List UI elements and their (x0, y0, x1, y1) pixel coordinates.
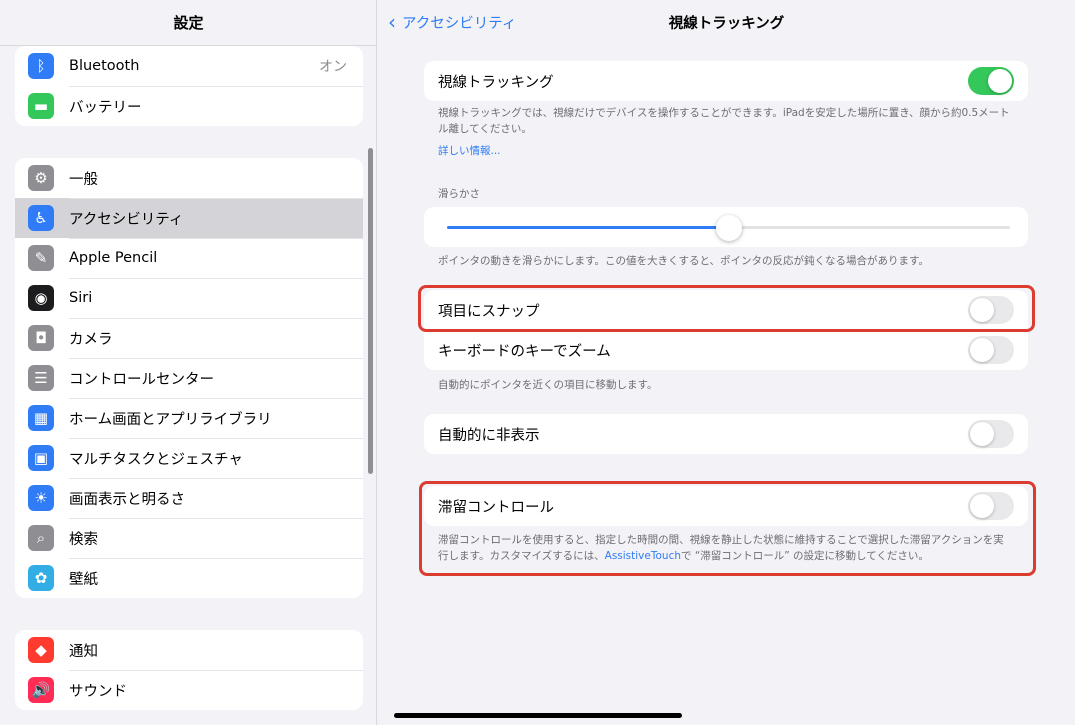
page-title: 視線トラッキング (668, 16, 785, 32)
bluetooth-icon: ᛒ (28, 53, 54, 79)
zoom-toggle[interactable] (968, 336, 1014, 364)
sidebar-item-label: 画面表示と明るさ (69, 491, 185, 508)
sidebar-item[interactable]: ◘ カメラ (15, 318, 363, 358)
sidebar-item-label: コントロールセンター (69, 371, 214, 388)
smoothing-note: ポインタの動きを滑らかにします。この値を大きくすると、ポインタの反応が鈍くなる場… (438, 255, 929, 267)
gear-icon: ⚙ (28, 165, 54, 191)
autohide-card: 自動的に非表示 (424, 414, 1028, 454)
multitasking-icon: ▣ (28, 445, 54, 471)
sidebar-item-label: カメラ (69, 331, 113, 348)
main-panel: ‹ アクセシビリティ 視線トラッキング 視線トラッキング 視線トラッキングでは、… (378, 0, 1075, 725)
sidebar: 設定 ᛒ Bluetooth オン ▬ バッテリー ⚙ 一般 ♿ アクセシビリティ ✎ Apple… (0, 0, 377, 725)
smoothing-label: 滑らかさ (438, 188, 480, 200)
sidebar-item-label: ホーム画面とアプリライブラリ (69, 411, 272, 428)
sidebar-item-label: 壁紙 (69, 571, 98, 588)
sidebar-item[interactable]: ✿ 壁紙 (15, 558, 363, 598)
sidebar-group-connectivity: ᛒ Bluetooth オン ▬ バッテリー (15, 46, 363, 126)
sidebar-item-label: Bluetooth (69, 58, 140, 74)
sound-icon: 🔊 (28, 677, 54, 703)
smoothing-slider-thumb[interactable] (715, 215, 742, 241)
more-info-link[interactable]: 詳しい情報... (438, 143, 1018, 159)
sidebar-item-label: バッテリー (69, 99, 142, 116)
highlight-dwell (419, 481, 1036, 576)
autohide-row[interactable]: 自動的に非表示 (424, 414, 1028, 454)
sidebar-item-label: 通知 (69, 643, 98, 660)
sidebar-title: 設定 (0, 0, 376, 46)
sidebar-item[interactable]: ☀ 画面表示と明るさ (15, 478, 363, 518)
smoothing-card (424, 207, 1028, 247)
home-screen-icon: ▦ (28, 405, 54, 431)
home-indicator[interactable] (394, 713, 682, 718)
eye-tracking-toggle[interactable] (968, 67, 1014, 95)
sidebar-item[interactable]: ⌕ 検索 (15, 518, 363, 558)
sidebar-item[interactable]: ♿ アクセシビリティ (15, 198, 363, 238)
sidebar-scrollbar[interactable] (368, 148, 373, 474)
accessibility-icon: ♿ (28, 205, 54, 231)
highlight-snap (418, 285, 1035, 332)
eye-tracking-card: 視線トラッキング (424, 61, 1028, 101)
sidebar-group-notifications: ◆ 通知 🔊 サウンド (15, 630, 363, 710)
zoom-label: キーボードのキーでズーム (438, 343, 611, 360)
pencil-icon: ✎ (28, 245, 54, 271)
autohide-label: 自動的に非表示 (438, 427, 540, 444)
siri-icon: ◉ (28, 285, 54, 311)
control-center-icon: ☰ (28, 365, 54, 391)
eye-tracking-label: 視線トラッキング (438, 74, 554, 91)
sidebar-item[interactable]: ◉ Siri (15, 278, 363, 318)
snap-note: 自動的にポインタを近くの項目に移動します。 (438, 379, 658, 391)
sidebar-item-value: オン (319, 59, 347, 75)
notification-icon: ◆ (28, 637, 54, 663)
sidebar-item[interactable]: ▣ マルチタスクとジェスチャ (15, 438, 363, 478)
search-icon: ⌕ (28, 525, 54, 551)
sidebar-item[interactable]: ᛒ Bluetooth オン (15, 46, 363, 86)
sidebar-item[interactable]: 🔊 サウンド (15, 670, 363, 710)
sidebar-item-label: 検索 (69, 531, 98, 548)
sidebar-item-label: Siri (69, 290, 93, 306)
sidebar-item[interactable]: ☰ コントロールセンター (15, 358, 363, 398)
sidebar-item-label: サウンド (69, 683, 127, 700)
smoothing-slider-fill (447, 226, 729, 229)
camera-icon: ◘ (28, 325, 54, 351)
sidebar-item[interactable]: ✎ Apple Pencil (15, 238, 363, 278)
sidebar-item[interactable]: ▬ バッテリー (15, 86, 363, 126)
zoom-row[interactable]: キーボードのキーでズーム (424, 330, 1028, 370)
sidebar-item[interactable]: ⚙ 一般 (15, 158, 363, 198)
battery-icon: ▬ (28, 93, 54, 119)
brightness-icon: ☀ (28, 485, 54, 511)
sidebar-item-label: Apple Pencil (69, 250, 158, 266)
sidebar-item[interactable]: ◆ 通知 (15, 630, 363, 670)
eye-tracking-note: 視線トラッキングでは、視線だけでデバイスを操作することができます。iPadを安定… (438, 107, 1010, 135)
smoothing-slider[interactable] (447, 215, 1010, 241)
autohide-toggle[interactable] (968, 420, 1014, 448)
sidebar-item-label: 一般 (69, 171, 98, 188)
wallpaper-icon: ✿ (28, 565, 54, 591)
sidebar-group-general: ⚙ 一般 ♿ アクセシビリティ ✎ Apple Pencil ◉ Siri ◘ カメラ ☰ コントロー… (15, 158, 363, 598)
sidebar-item-label: アクセシビリティ (69, 211, 184, 228)
eye-tracking-row[interactable]: 視線トラッキング (424, 61, 1028, 101)
sidebar-item-label: マルチタスクとジェスチャ (69, 451, 243, 468)
sidebar-item[interactable]: ▦ ホーム画面とアプリライブラリ (15, 398, 363, 438)
